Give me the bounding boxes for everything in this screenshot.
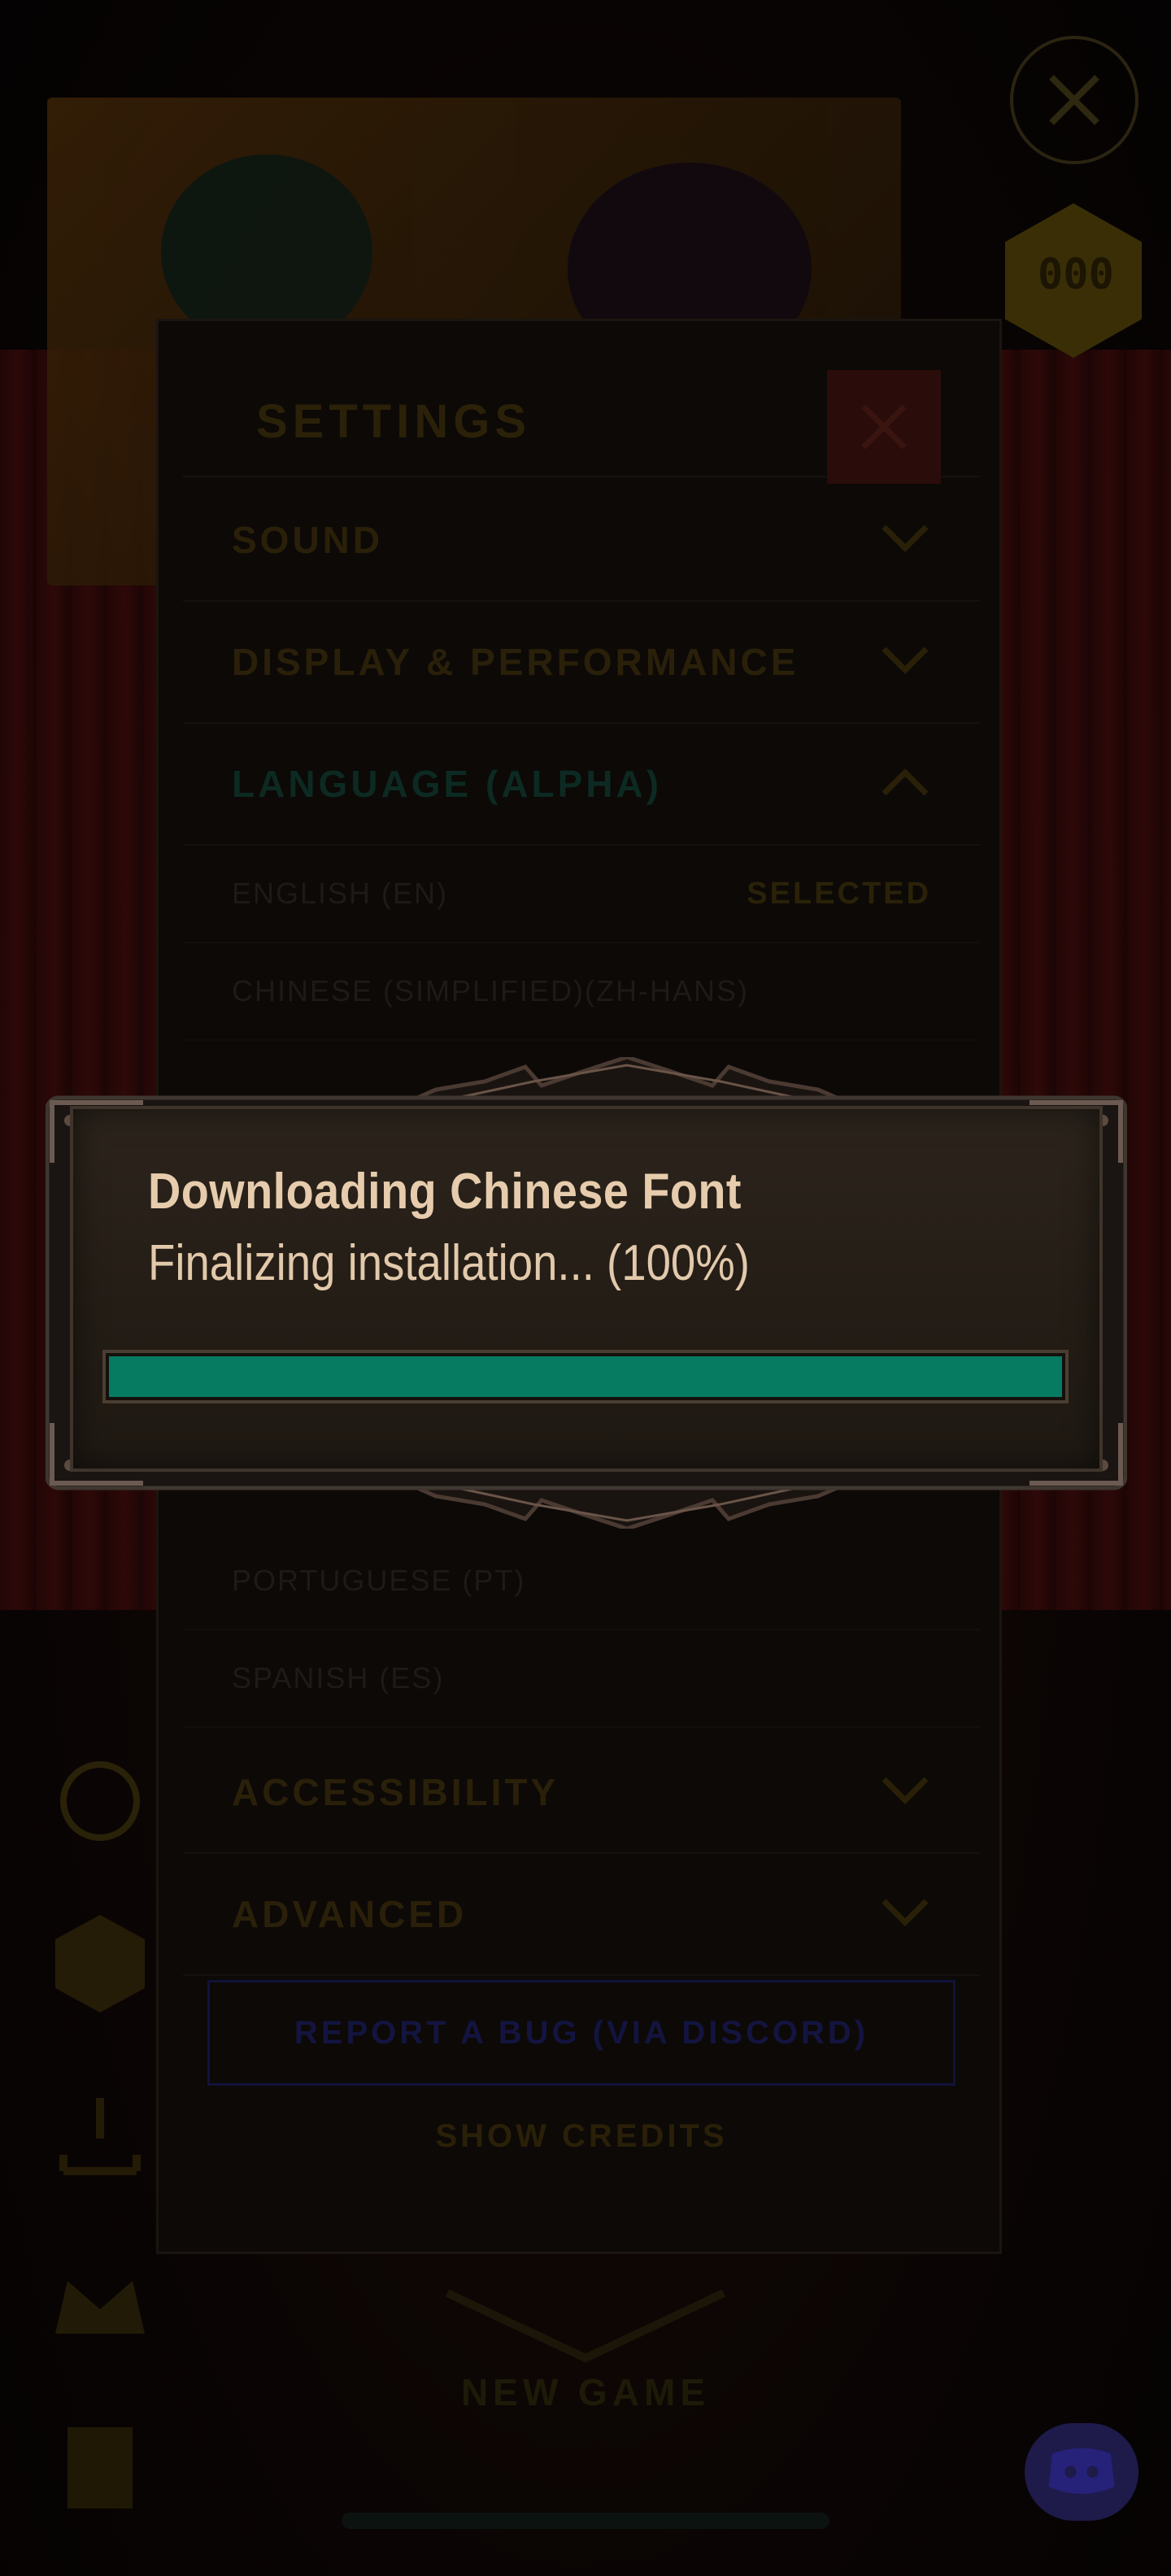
gear-badge-icon[interactable] [39,1903,161,2025]
ornament-divider [445,2289,726,2363]
close-icon [861,404,907,450]
section-label: LANGUAGE (ALPHA) [232,763,663,805]
download-dialog: Downloading Chinese Font Finalizing inst… [46,1057,1127,1529]
close-x-icon [1049,75,1099,125]
discord-button[interactable] [1025,2423,1138,2521]
report-bug-button[interactable]: REPORT A BUG (VIA DISCORD) [207,1980,956,2086]
laurel-wreath-icon[interactable] [39,1740,161,1862]
section-label: DISPLAY & PERFORMANCE [232,641,799,683]
section-accessibility[interactable]: ACCESSIBILITY [183,1732,980,1854]
language-label: CHINESE (SIMPLIFIED)(ZH-HANS) [232,974,750,1007]
language-label: ENGLISH (EN) [232,877,449,910]
new-game-button[interactable]: NEW GAME [0,2370,1171,2414]
show-credits-button[interactable]: SHOW CREDITS [159,2118,1004,2155]
top-close-button[interactable] [1010,36,1138,164]
selected-badge: SELECTED [747,876,931,911]
section-language[interactable]: LANGUAGE (ALPHA) [183,724,980,846]
discord-icon [1048,2448,1115,2494]
settings-header: SETTINGS [183,354,980,484]
chevron-up-icon [879,766,931,803]
language-option-english[interactable]: ENGLISH (EN) SELECTED [183,846,980,943]
scroll-icon[interactable] [39,2407,161,2529]
settings-title: SETTINGS [256,395,532,448]
chevron-down-icon [879,644,931,681]
report-bug-label: REPORT A BUG (VIA DISCORD) [294,2014,869,2051]
dialog-status-text: Finalizing installation... (100%) [148,1235,750,1291]
gem-counter-value: 000 [1038,250,1114,299]
dialog-title: Downloading Chinese Font [148,1164,742,1220]
language-option-chinese[interactable]: CHINESE (SIMPLIFIED)(ZH-HANS) [183,943,980,1041]
chevron-down-icon [879,1896,931,1933]
language-label: PORTUGUESE (PT) [232,1564,526,1597]
settings-close-button[interactable] [827,370,941,484]
section-label: ACCESSIBILITY [232,1771,559,1813]
section-display-performance[interactable]: DISPLAY & PERFORMANCE [183,602,980,724]
section-sound[interactable]: SOUND [183,480,980,602]
language-option-spanish[interactable]: SPANISH (ES) [183,1630,980,1728]
home-indicator [342,2513,829,2529]
section-label: ADVANCED [232,1893,468,1935]
crown-icon[interactable] [39,2244,161,2366]
chevron-down-icon [879,522,931,559]
progress-bar [102,1350,1069,1403]
language-option-portuguese[interactable]: PORTUGUESE (PT) [183,1533,980,1630]
progress-bar-fill [109,1356,1062,1397]
section-label: SOUND [232,519,384,561]
language-label: SPANISH (ES) [232,1661,445,1695]
chevron-down-icon [879,1774,931,1811]
section-advanced[interactable]: ADVANCED [183,1854,980,1976]
hierarchy-icon[interactable] [39,2082,161,2204]
